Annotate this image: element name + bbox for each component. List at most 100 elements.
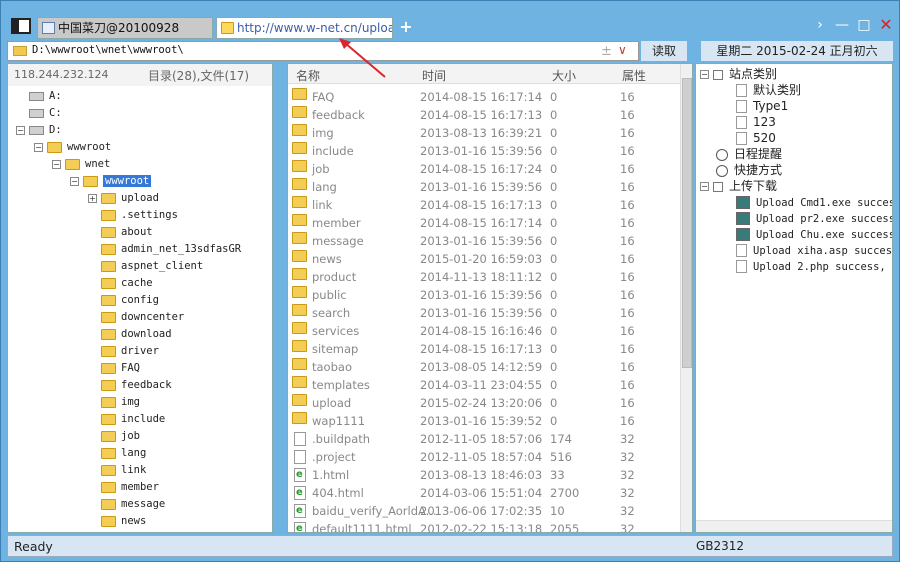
checkbox[interactable] — [713, 69, 723, 80]
file-size: 2700 — [550, 486, 580, 500]
sidebar-item[interactable]: Upload pr2.exe success, — [736, 210, 892, 227]
sidebar-hscrollbar[interactable] — [696, 520, 892, 532]
sidebar-item[interactable]: Upload Chu.exe success, — [736, 226, 892, 243]
collapse-icon[interactable]: − — [52, 159, 61, 169]
col-name-header[interactable]: 名称 — [296, 67, 320, 84]
chevron-right-icon[interactable]: › — [811, 15, 829, 35]
file-row[interactable]: templates 2014-03-11 23:04:55 0 16 — [288, 376, 682, 394]
collapse-icon[interactable]: − — [34, 142, 43, 152]
tree-item[interactable]: member — [88, 479, 159, 496]
file-row[interactable]: product 2014-11-13 18:11:12 0 16 — [288, 268, 682, 286]
sidebar-item[interactable]: − 站点类别 — [700, 66, 777, 83]
sidebar-item[interactable]: 默认类别 — [736, 82, 801, 99]
plus-minus-icon[interactable]: ± — [601, 44, 612, 59]
tree-item[interactable]: − D: — [16, 122, 62, 139]
file-row[interactable]: FAQ 2014-08-15 16:17:14 0 16 — [288, 88, 682, 106]
file-time: 2013-06-06 17:02:35 — [420, 504, 543, 518]
scroll-thumb[interactable] — [682, 78, 692, 368]
address-path[interactable]: D:\wwwroot\wnet\wwwroot\ — [32, 44, 184, 56]
tree-item[interactable]: include — [88, 411, 165, 428]
minimize-button[interactable]: — — [833, 15, 851, 35]
tab-session[interactable]: 中国菜刀@20100928 — [37, 17, 213, 39]
tree-item[interactable]: driver — [88, 343, 159, 360]
file-time: 2014-08-15 16:17:14 — [420, 216, 543, 230]
sidebar-item[interactable]: 快捷方式 — [716, 162, 782, 179]
col-attr-header[interactable]: 属性 — [622, 67, 646, 84]
file-list-scrollbar[interactable] — [680, 64, 692, 532]
file-row[interactable]: sitemap 2014-08-15 16:17:13 0 16 — [288, 340, 682, 358]
tree-item[interactable]: .settings — [88, 207, 178, 224]
file-row[interactable]: baidu_verify_AorldA...2013-06-06 17:02:3… — [288, 502, 682, 520]
tree-item[interactable]: link — [88, 462, 146, 479]
file-row[interactable]: news 2015-01-20 16:59:03 0 16 — [288, 250, 682, 268]
tree-item[interactable]: lang — [88, 445, 146, 462]
tree-item[interactable]: downcenter — [88, 309, 184, 326]
tree-item[interactable]: FAQ — [88, 360, 140, 377]
sidebar-item[interactable]: Type1 — [736, 98, 788, 115]
file-row[interactable]: img 2013-08-13 16:39:21 0 16 — [288, 124, 682, 142]
collapse-icon[interactable]: − — [16, 125, 25, 135]
file-row[interactable]: .project 2012-11-05 18:57:04 516 32 — [288, 448, 682, 466]
file-row[interactable]: include 2013-01-16 15:39:56 0 16 — [288, 142, 682, 160]
sidebar-item[interactable]: Upload xiha.asp success — [736, 242, 892, 259]
file-row[interactable]: lang 2013-01-16 15:39:56 0 16 — [288, 178, 682, 196]
address-bar[interactable]: D:\wwwroot\wnet\wwwroot\ ± ∨ — [7, 41, 639, 61]
expand-icon[interactable]: + — [88, 193, 97, 203]
sidebar-item[interactable]: 520 — [736, 130, 776, 147]
file-size: 0 — [550, 396, 558, 410]
maximize-button[interactable]: □ — [855, 15, 873, 35]
tree-item[interactable]: admin_net_13sdfasGR — [88, 241, 241, 258]
tree-item[interactable]: C: — [16, 105, 62, 122]
tree-item[interactable]: + upload — [88, 190, 159, 207]
file-row[interactable]: member 2014-08-15 16:17:14 0 16 — [288, 214, 682, 232]
collapse-icon[interactable]: − — [700, 182, 709, 191]
close-button[interactable]: ✕ — [877, 15, 895, 35]
sidebar-item[interactable]: 日程提醒 — [716, 146, 782, 163]
tree-item[interactable]: job — [88, 428, 140, 445]
tree-item[interactable]: message — [88, 496, 165, 513]
tree-item[interactable]: − wwwroot — [34, 139, 111, 156]
folder-icon — [101, 515, 116, 527]
col-time-header[interactable]: 时间 — [422, 67, 446, 84]
tree-item[interactable]: feedback — [88, 377, 172, 394]
file-attr: 16 — [620, 288, 635, 302]
file-row[interactable]: job 2014-08-15 16:17:24 0 16 — [288, 160, 682, 178]
sidebar-item[interactable]: 123 — [736, 114, 776, 131]
tree-item[interactable]: aspnet_client — [88, 258, 203, 275]
app-icon[interactable] — [11, 18, 31, 34]
file-row[interactable]: services 2014-08-15 16:16:46 0 16 — [288, 322, 682, 340]
tree-item[interactable]: news — [88, 513, 146, 530]
tab-url[interactable]: http://www.w-net.cn/upload/... — [216, 17, 393, 39]
file-row[interactable]: message 2013-01-16 15:39:56 0 16 — [288, 232, 682, 250]
tree-item[interactable]: cache — [88, 275, 153, 292]
file-row[interactable]: taobao 2013-08-05 14:12:59 0 16 — [288, 358, 682, 376]
tree-item[interactable]: A: — [16, 88, 62, 105]
tree-item[interactable]: config — [88, 292, 159, 309]
folder-icon — [292, 304, 307, 316]
file-row[interactable]: search 2013-01-16 15:39:56 0 16 — [288, 304, 682, 322]
file-row[interactable]: 1.html 2013-08-13 18:46:03 33 32 — [288, 466, 682, 484]
collapse-icon[interactable]: − — [70, 176, 79, 186]
sidebar-item[interactable]: − 上传下载 — [700, 178, 777, 195]
checkbox[interactable] — [713, 181, 723, 192]
file-row[interactable]: upload 2015-02-24 13:20:06 0 16 — [288, 394, 682, 412]
file-row[interactable]: wap1111 2013-01-16 15:39:52 0 16 — [288, 412, 682, 430]
collapse-icon[interactable]: − — [700, 70, 709, 79]
tree-item[interactable]: − wnet — [52, 156, 110, 173]
tree-item[interactable]: − wwwroot — [70, 173, 152, 190]
file-row[interactable]: link 2014-08-15 16:17:13 0 16 — [288, 196, 682, 214]
read-button[interactable]: 读取 — [641, 41, 687, 61]
file-row[interactable]: feedback 2014-08-15 16:17:13 0 16 — [288, 106, 682, 124]
tree-item[interactable]: about — [88, 224, 153, 241]
file-row[interactable]: 404.html 2014-03-06 15:51:04 2700 32 — [288, 484, 682, 502]
new-tab-button[interactable]: + — [397, 17, 415, 37]
sidebar-item[interactable]: Upload 2.php success, w — [736, 258, 892, 275]
sidebar-item[interactable]: Upload Cmd1.exe success — [736, 194, 892, 211]
col-size-header[interactable]: 大小 — [552, 67, 576, 84]
file-row[interactable]: public 2013-01-16 15:39:56 0 16 — [288, 286, 682, 304]
file-row[interactable]: default1111.html 2012-02-22 15:13:18 2055 3… — [288, 520, 682, 532]
file-row[interactable]: .buildpath 2012-11-05 18:57:06 174 32 — [288, 430, 682, 448]
tree-item[interactable]: img — [88, 394, 140, 411]
chevron-down-icon[interactable]: ∨ — [618, 43, 627, 57]
tree-item[interactable]: download — [88, 326, 172, 343]
